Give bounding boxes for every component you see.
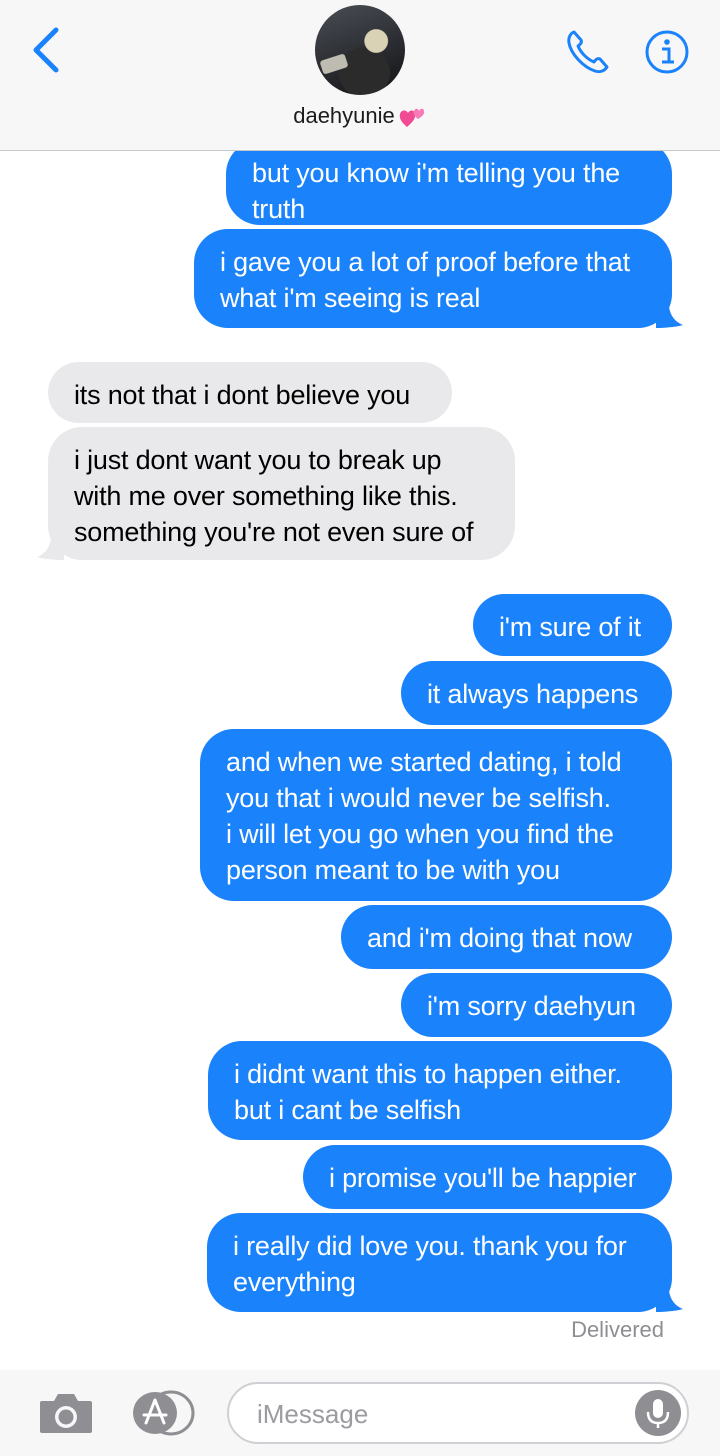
message-thread: but you know i'm telling you the truth i… — [0, 0, 720, 1456]
sent-message-bubble[interactable]: i promise you'll be happier — [303, 1145, 672, 1209]
sent-message-bubble[interactable]: i gave you a lot of proof before that wh… — [194, 229, 672, 328]
chevron-left-icon — [33, 27, 59, 73]
avatar-sticker-detail — [319, 53, 349, 75]
sent-message-bubble[interactable]: but you know i'm telling you the truth — [226, 140, 672, 225]
imessage-field[interactable] — [227, 1382, 689, 1444]
sent-bubble-tail — [656, 1278, 683, 1312]
camera-button[interactable] — [38, 1391, 94, 1435]
received-bubble-tail — [37, 526, 64, 560]
received-message-bubble[interactable]: i just dont want you to break up with me… — [48, 427, 515, 560]
sent-message-bubble[interactable]: i didnt want this to happen either. but … — [208, 1041, 672, 1140]
contact-name: daehyunie — [293, 103, 395, 128]
sent-bubble-tail — [656, 294, 683, 328]
app-store-button[interactable] — [130, 1390, 196, 1436]
conversation-header: daehyunie — [0, 0, 720, 151]
message-input[interactable] — [255, 1394, 619, 1434]
info-icon — [645, 30, 689, 74]
back-button[interactable] — [26, 24, 66, 76]
received-message-bubble[interactable]: its not that i dont believe you — [48, 362, 452, 423]
two-hearts-icon — [399, 108, 425, 128]
sent-message-bubble[interactable]: i really did love you. thank you for eve… — [207, 1213, 672, 1312]
call-button[interactable] — [565, 28, 611, 76]
microphone-icon — [646, 1399, 670, 1428]
composer-bar — [0, 1370, 720, 1456]
camera-icon — [40, 1394, 92, 1433]
sent-message-bubble[interactable]: it always happens — [401, 661, 672, 725]
sent-message-bubble[interactable]: and when we started dating, i told you t… — [200, 729, 672, 901]
app-store-icon — [133, 1390, 195, 1436]
info-button[interactable] — [644, 29, 690, 75]
sent-message-bubble[interactable]: i'm sorry daehyun — [401, 973, 672, 1037]
contact-name-row[interactable]: daehyunie — [0, 103, 720, 129]
avatar[interactable] — [315, 5, 405, 95]
sent-message-bubble[interactable]: i'm sure of it — [473, 594, 672, 656]
phone-icon — [567, 30, 609, 74]
delivered-status: Delivered — [571, 1317, 664, 1342]
sent-message-bubble[interactable]: and i'm doing that now — [341, 905, 672, 969]
microphone-button[interactable] — [635, 1390, 681, 1436]
